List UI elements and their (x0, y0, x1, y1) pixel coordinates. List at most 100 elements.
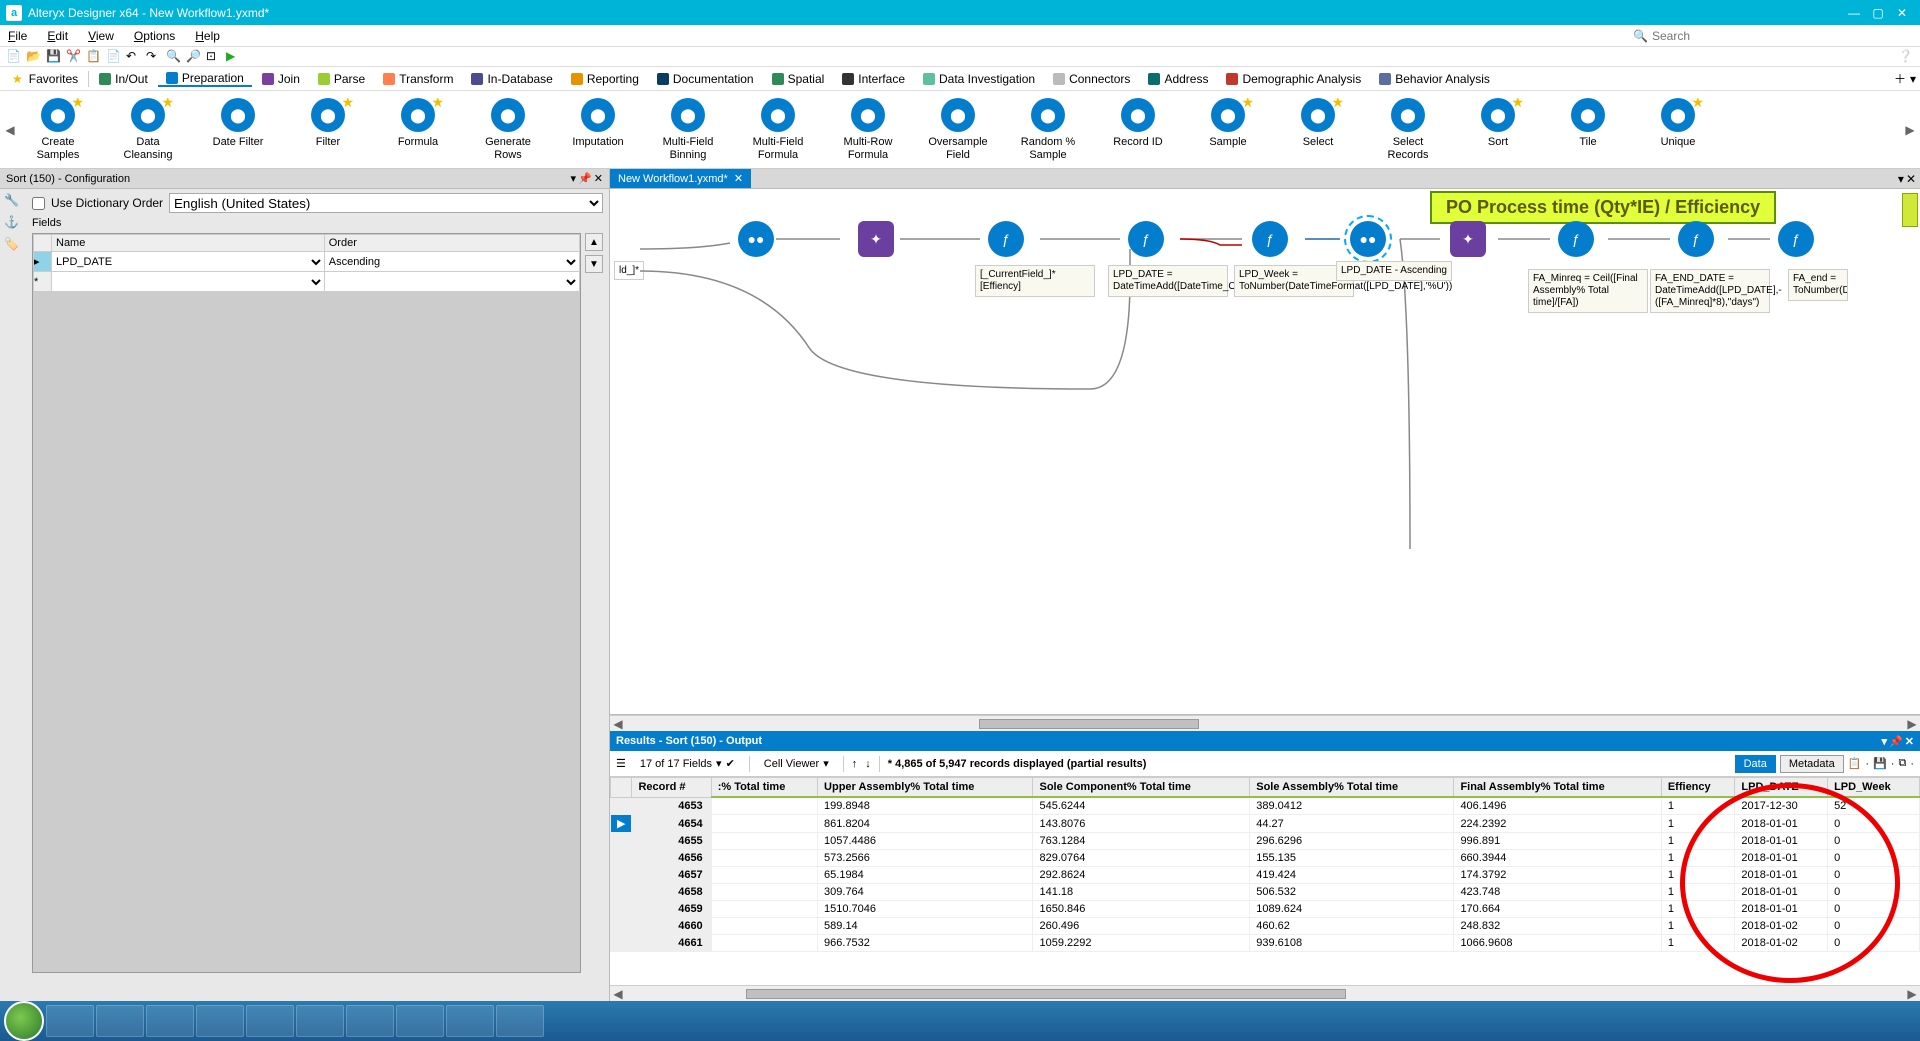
tab-close-icon[interactable]: ✕ (734, 172, 743, 185)
taskbar-item[interactable] (296, 1005, 344, 1037)
cell[interactable]: 2018-01-01 (1735, 815, 1828, 833)
tool-generate-rows[interactable]: ⬤Generate Rows (472, 98, 544, 160)
tool-formula[interactable]: ⬤★Formula (382, 98, 454, 160)
taskbar-item[interactable] (446, 1005, 494, 1037)
table-row[interactable]: 465765.1984292.8624419.424174.379212018-… (611, 867, 1920, 884)
favorites-tab[interactable]: ★Favorites (4, 72, 86, 86)
taskbar-item[interactable] (246, 1005, 294, 1037)
save-results-icon[interactable]: 💾 (1873, 757, 1887, 770)
cell[interactable]: 65.1984 (818, 867, 1033, 884)
results-pin-icon[interactable]: 📌 (1889, 735, 1903, 748)
cell[interactable]: 0 (1828, 884, 1920, 901)
cell[interactable]: 174.3792 (1454, 867, 1661, 884)
move-down-button[interactable]: ▼ (585, 255, 603, 273)
sort-desc-icon[interactable]: ↓ (865, 758, 871, 770)
cell[interactable] (711, 833, 817, 850)
tool-sample[interactable]: ⬤★Sample (1192, 98, 1264, 160)
formula-tool-node-3[interactable]: ƒ (1252, 221, 1288, 257)
cell[interactable]: 861.8204 (818, 815, 1033, 833)
cell[interactable]: 1 (1661, 901, 1735, 918)
col-order[interactable]: Order (324, 235, 579, 252)
cell[interactable]: 1510.7046 (818, 901, 1033, 918)
taskbar-item[interactable] (396, 1005, 444, 1037)
cell[interactable]: 506.532 (1250, 884, 1454, 901)
tool-select[interactable]: ⬤★Select (1282, 98, 1354, 160)
cell[interactable] (711, 901, 817, 918)
category-tab-data-investigation[interactable]: Data Investigation (915, 72, 1043, 86)
cell-viewer-dropdown-icon[interactable]: ▾ (823, 757, 829, 770)
cell[interactable]: 52 (1828, 797, 1920, 815)
comment-box[interactable]: PO Process time (Qty*IE) / Efficiency (1430, 191, 1776, 224)
category-tab-connectors[interactable]: Connectors (1045, 72, 1138, 86)
row-marker[interactable]: ▶ (611, 815, 632, 833)
add-category-icon[interactable]: ＋ (1894, 70, 1906, 87)
cell[interactable] (711, 884, 817, 901)
cell[interactable]: 460.62 (1250, 918, 1454, 935)
join-tool-node-2[interactable]: ✦ (1450, 221, 1486, 257)
run-icon[interactable]: ▶ (226, 49, 242, 65)
cell[interactable]: 224.2392 (1454, 815, 1661, 833)
field-order-select[interactable]: Ascending (325, 253, 579, 271)
paste-icon[interactable]: 📄 (106, 49, 122, 65)
row-marker[interactable] (611, 850, 632, 867)
category-tab-demographic-analysis[interactable]: Demographic Analysis (1218, 72, 1369, 86)
category-tab-behavior-analysis[interactable]: Behavior Analysis (1371, 72, 1498, 86)
tool-create-samples[interactable]: ⬤★Create Samples (22, 98, 94, 160)
tool-date-filter[interactable]: ⬤Date Filter (202, 98, 274, 160)
cell[interactable]: 1 (1661, 935, 1735, 952)
workflow-canvas[interactable]: PO Process time (Qty*IE) / Efficiency ld… (610, 189, 1920, 715)
cell[interactable]: 155.135 (1250, 850, 1454, 867)
table-row[interactable]: 46551057.4486763.1284296.6296996.8911201… (611, 833, 1920, 850)
category-tab-transform[interactable]: Transform (375, 72, 461, 86)
select-tool-node[interactable]: ●● (738, 221, 774, 257)
column-header[interactable]: LPD_Week (1828, 778, 1920, 798)
results-dropdown-icon[interactable]: ▾ (1882, 735, 1888, 748)
row-marker[interactable] (611, 918, 632, 935)
sort-asc-icon[interactable]: ↑ (852, 758, 858, 770)
cell[interactable] (711, 815, 817, 833)
zoom-out-icon[interactable]: 🔎 (186, 49, 202, 65)
cell[interactable]: 0 (1828, 901, 1920, 918)
menu-view[interactable]: View (88, 29, 114, 43)
scroll-right-icon[interactable]: ▶ (1904, 717, 1920, 731)
cell[interactable]: 1059.2292 (1033, 935, 1250, 952)
zoom-fit-icon[interactable]: ⊡ (206, 49, 222, 65)
cell[interactable]: 2018-01-01 (1735, 901, 1828, 918)
formula-tool-node-2[interactable]: ƒ (1128, 221, 1164, 257)
cell[interactable]: 589.14 (818, 918, 1033, 935)
search-input[interactable] (1652, 29, 1912, 43)
cell[interactable]: 423.748 (1454, 884, 1661, 901)
cell[interactable]: 309.764 (818, 884, 1033, 901)
cell[interactable]: 2018-01-01 (1735, 884, 1828, 901)
menu-edit[interactable]: Edit (47, 29, 68, 43)
cell[interactable]: 966.7532 (818, 935, 1033, 952)
canvas-horizontal-scrollbar[interactable]: ◀ ▶ (610, 715, 1920, 731)
fields-check-icon[interactable]: ✔ (726, 757, 735, 770)
cell[interactable]: 296.6296 (1250, 833, 1454, 850)
table-row[interactable]: 4660589.14260.496460.62248.83212018-01-0… (611, 918, 1920, 935)
workflow-tab[interactable]: New Workflow1.yxmd* ✕ (610, 169, 751, 188)
cell[interactable]: 141.18 (1033, 884, 1250, 901)
copy-icon[interactable]: 📋 (1848, 757, 1862, 770)
cell[interactable]: 2018-01-01 (1735, 833, 1828, 850)
tool-filter[interactable]: ⬤★Filter (292, 98, 364, 160)
results-scroll-right-icon[interactable]: ▶ (1904, 987, 1920, 1001)
config-close-icon[interactable]: ✕ (594, 172, 603, 185)
cell[interactable]: 573.2566 (818, 850, 1033, 867)
field-name-select[interactable]: LPD_DATE (52, 253, 324, 271)
data-tab-button[interactable]: Data (1735, 755, 1776, 773)
column-header[interactable]: Effiency (1661, 778, 1735, 798)
cell[interactable]: 1 (1661, 867, 1735, 884)
cell[interactable]: 419.424 (1250, 867, 1454, 884)
formula-tool-node-4[interactable]: ƒ (1558, 221, 1594, 257)
cell[interactable]: 170.664 (1454, 901, 1661, 918)
cell[interactable]: 248.832 (1454, 918, 1661, 935)
table-row[interactable]: 4653199.8948545.6244389.0412406.14961201… (611, 797, 1920, 815)
cell[interactable]: 1 (1661, 797, 1735, 815)
move-up-button[interactable]: ▲ (585, 233, 603, 251)
redo-icon[interactable]: ↷ (146, 49, 162, 65)
cell[interactable] (711, 850, 817, 867)
cell[interactable]: 143.8076 (1033, 815, 1250, 833)
formula-tool-node-6[interactable]: ƒ (1778, 221, 1814, 257)
cell[interactable]: 199.8948 (818, 797, 1033, 815)
